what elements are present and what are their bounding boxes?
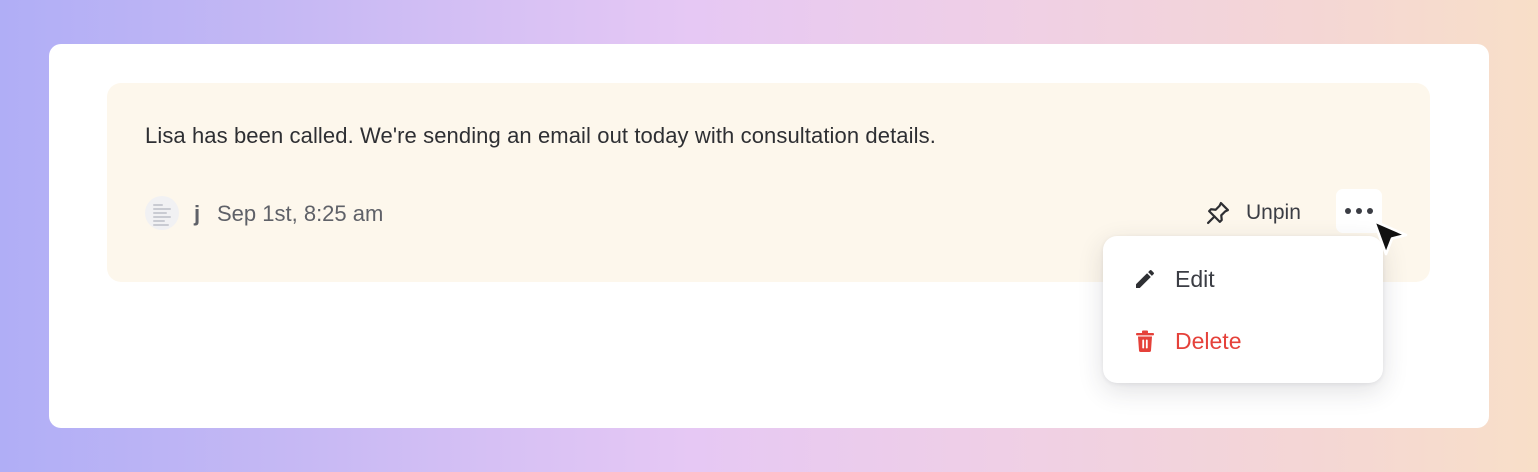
pin-icon: [1204, 199, 1232, 227]
trash-icon: [1133, 329, 1157, 353]
more-horizontal-icon: [1344, 207, 1374, 215]
edit-menu-item[interactable]: Edit: [1103, 254, 1383, 304]
note-timestamp: Sep 1st, 8:25 am: [217, 201, 384, 226]
unpin-button[interactable]: Unpin: [1204, 196, 1301, 230]
pencil-icon: [1133, 267, 1157, 291]
delete-label: Delete: [1175, 328, 1242, 354]
note-author: j: [194, 201, 201, 226]
mouse-cursor-icon: [1371, 218, 1411, 262]
content-panel: Lisa has been called. We're sending an e…: [49, 44, 1489, 428]
note-text: Lisa has been called. We're sending an e…: [145, 123, 936, 148]
delete-menu-item[interactable]: Delete: [1103, 316, 1383, 366]
unpin-label: Unpin: [1246, 201, 1301, 224]
context-menu: Edit Delete: [1103, 236, 1383, 383]
avatar: [145, 196, 179, 230]
edit-label: Edit: [1175, 266, 1215, 292]
